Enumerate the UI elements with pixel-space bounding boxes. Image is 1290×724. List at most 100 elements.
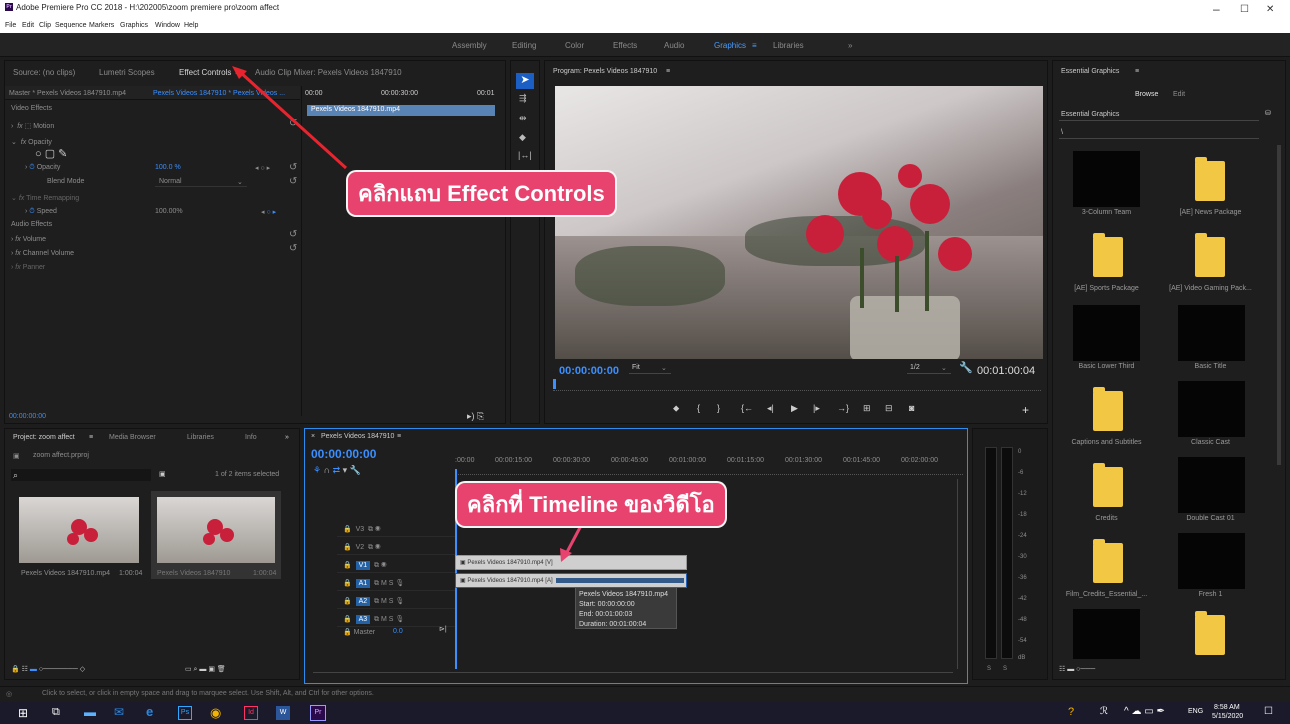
effect-volume[interactable]: › fx Volume xyxy=(11,236,46,243)
reset-icon[interactable]: ↺ xyxy=(289,176,297,187)
word-icon[interactable]: W xyxy=(276,706,290,720)
play-icon[interactable]: ▶ xyxy=(791,403,798,414)
mark-out-icon[interactable]: } xyxy=(717,403,720,413)
eg-tab-edit[interactable]: Edit xyxy=(1173,91,1185,98)
timeline-panel[interactable]: × Pexels Videos 1847910 ≡ 00:00:00:00 ⚘ … xyxy=(304,428,968,684)
eg-thumb-fresh[interactable] xyxy=(1178,533,1245,589)
menu-sequence[interactable]: Sequence xyxy=(55,22,87,29)
timeline-tools[interactable]: ⚘ ∩ ⇄ ▾ 🔧 xyxy=(313,465,361,476)
menu-window[interactable]: Window xyxy=(155,22,180,29)
effect-panner[interactable]: › fx Panner xyxy=(11,264,45,271)
opacity-keyframe-nav[interactable]: ◂ ○ ▸ xyxy=(255,164,270,172)
help-icon[interactable]: ? xyxy=(1068,706,1074,718)
folder-icon[interactable] xyxy=(1195,157,1225,201)
language-indicator[interactable]: ENG xyxy=(1188,708,1203,715)
minimize-button[interactable]: – xyxy=(1213,2,1220,16)
tab-project[interactable]: Project: zoom affect xyxy=(13,434,75,441)
step-back-icon[interactable]: ◂| xyxy=(767,403,774,414)
tab-lumetri-scopes[interactable]: Lumetri Scopes xyxy=(99,68,155,77)
track-a2[interactable]: 🔒 A2 ⧉ M S 🎙 xyxy=(337,593,455,609)
workspace-libraries[interactable]: Libraries xyxy=(773,41,804,50)
lift-icon[interactable]: ⊞ xyxy=(863,403,871,414)
meter-solo-left[interactable]: S xyxy=(987,666,991,672)
premiere-taskbar-icon[interactable]: Pr xyxy=(310,705,326,721)
lock-icon[interactable]: 🔒 xyxy=(343,544,352,551)
resolution-select[interactable]: 1/2 ⌄ xyxy=(907,362,951,374)
ec-clip-bar[interactable]: Pexels Videos 1847910.mp4 xyxy=(307,105,495,116)
workspace-graphics[interactable]: Graphics xyxy=(714,41,746,50)
new-bin-icon[interactable]: ▣ xyxy=(159,470,166,478)
tray-icons[interactable]: ^ ☁ ▭ ✒ xyxy=(1124,706,1165,717)
lock-icon[interactable]: 🔒 xyxy=(343,580,352,587)
menu-clip[interactable]: Clip xyxy=(39,22,51,29)
reset-icon[interactable]: ↺ xyxy=(289,162,297,173)
eg-thumb-basic-lower-third[interactable] xyxy=(1073,305,1140,361)
workspace-overflow[interactable]: » xyxy=(848,41,852,50)
video-clip-v1[interactable]: ▣ Pexels Videos 1847910.mp4 [V] xyxy=(455,555,687,570)
task-view-icon[interactable]: ⧉ xyxy=(52,706,60,719)
track-v1[interactable]: 🔒 V1 ⧉ ◉ xyxy=(337,557,455,573)
lock-icon[interactable]: 🔒 xyxy=(343,562,352,569)
export-frame-icon[interactable]: ▸) ⎘ xyxy=(467,411,484,422)
timeline-menu-icon[interactable]: ≡ xyxy=(397,433,401,440)
timeline-tab[interactable]: Pexels Videos 1847910 xyxy=(321,433,394,440)
slip-tool-icon[interactable]: |↔| xyxy=(518,150,532,160)
fit-select[interactable]: Fit ⌄ xyxy=(629,362,671,374)
add-button-icon[interactable]: + xyxy=(1022,403,1029,417)
camera-icon[interactable]: ◙ xyxy=(909,403,914,413)
people-icon[interactable]: ℛ xyxy=(1100,706,1108,717)
menu-help[interactable]: Help xyxy=(184,22,198,29)
folder-icon[interactable] xyxy=(1093,233,1123,277)
eg-thumb-3-column-team[interactable] xyxy=(1073,151,1140,207)
eg-path-select[interactable]: \ xyxy=(1059,127,1259,139)
project-menu-icon[interactable]: ≡ xyxy=(89,434,93,441)
speed-keyframe-nav[interactable]: ◂ ○ ▸ xyxy=(261,208,276,216)
reset-icon[interactable]: ↺ xyxy=(289,118,297,129)
windows-start-icon[interactable]: ⊞ xyxy=(18,706,28,720)
project-thumb-sequence[interactable] xyxy=(157,497,275,563)
tab-libraries[interactable]: Libraries xyxy=(187,434,214,441)
effect-time-remapping[interactable]: ⌄ fx Time Remapping xyxy=(11,194,79,202)
lock-icon[interactable]: 🔒 xyxy=(343,598,352,605)
go-to-out-icon[interactable]: →} xyxy=(837,403,849,413)
timeline-timecode[interactable]: 00:00:00:00 xyxy=(311,447,376,461)
chrome-icon[interactable]: ◉ xyxy=(210,705,221,721)
selection-tool-icon[interactable]: ➤ xyxy=(516,73,534,89)
workspace-menu-icon[interactable]: ≡ xyxy=(752,41,757,50)
master-clip-label[interactable]: Master * Pexels Videos 1847910.mp4 xyxy=(9,90,126,97)
audio-clip-a1[interactable]: ▣ Pexels Videos 1847910.mp4 [A] xyxy=(455,573,687,588)
edge-browser-icon[interactable]: e xyxy=(146,704,153,719)
eg-menu-icon[interactable]: ≡ xyxy=(1135,68,1139,75)
close-button[interactable]: ✕ xyxy=(1266,4,1274,15)
tab-menu-icon[interactable]: ≡ xyxy=(235,68,240,77)
menu-file[interactable]: File xyxy=(5,22,16,29)
opacity-property[interactable]: › ⏱ Opacity xyxy=(25,164,60,172)
folder-icon[interactable]: ⛁ xyxy=(1265,109,1271,117)
timeline-horizontal-scrollbar[interactable] xyxy=(313,669,953,673)
track-a1[interactable]: 🔒 A1 ⧉ M S 🎙 xyxy=(337,575,455,591)
reset-icon[interactable]: ↺ xyxy=(289,229,297,240)
maximize-button[interactable]: ☐ xyxy=(1240,4,1249,15)
folder-icon[interactable] xyxy=(1093,463,1123,507)
ec-timecode[interactable]: 00:00:00:00 xyxy=(9,413,46,420)
wrench-icon[interactable]: 🔧 xyxy=(959,361,973,374)
timeline-vertical-scrollbar[interactable] xyxy=(957,479,961,669)
program-scrubber[interactable] xyxy=(553,381,1041,391)
project-footer-actions[interactable]: ▭ ⌕ ▬ ▣ 🗑 xyxy=(185,665,226,674)
workspace-editing[interactable]: Editing xyxy=(512,41,536,50)
tab-source[interactable]: Source: (no clips) xyxy=(13,68,75,77)
track-master[interactable]: 🔒 Master xyxy=(343,628,375,636)
panel-overflow-icon[interactable]: » xyxy=(285,434,289,441)
folder-icon[interactable] xyxy=(1093,539,1123,583)
tab-effect-controls[interactable]: Effect Controls xyxy=(179,68,231,77)
razor-tool-icon[interactable]: ◆ xyxy=(519,132,526,143)
program-menu-icon[interactable]: ≡ xyxy=(666,68,670,75)
extract-icon[interactable]: ⊟ xyxy=(885,403,893,414)
eg-scrollbar[interactable] xyxy=(1277,145,1281,465)
workspace-audio[interactable]: Audio xyxy=(664,41,684,50)
folder-icon[interactable] xyxy=(1093,387,1123,431)
notifications-icon[interactable]: ☐ xyxy=(1264,706,1273,717)
menu-edit[interactable]: Edit xyxy=(22,22,34,29)
ripple-edit-tool-icon[interactable]: ⇹ xyxy=(519,113,527,124)
video-frame[interactable] xyxy=(555,86,1043,359)
